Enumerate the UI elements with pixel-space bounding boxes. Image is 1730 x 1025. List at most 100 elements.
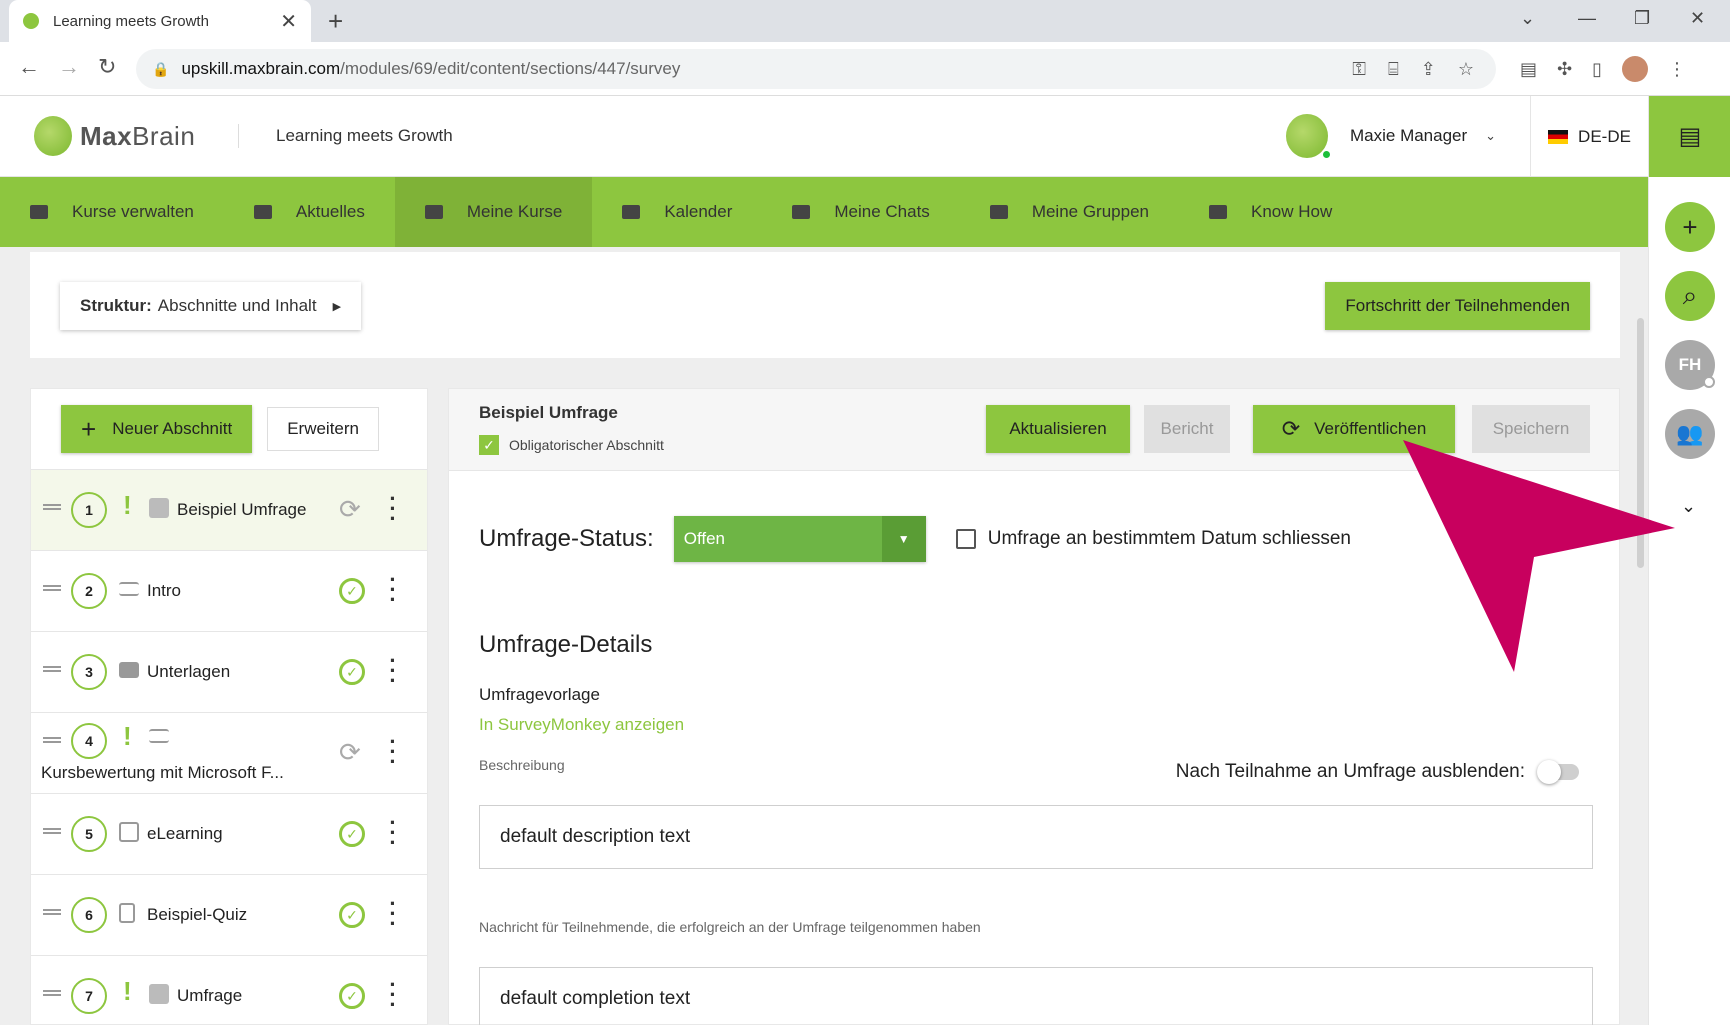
publish-button[interactable]: ⟳ Veröffentlichen: [1253, 405, 1455, 453]
participant-progress-button[interactable]: Fortschritt der Teilnehmenden: [1325, 282, 1590, 330]
survey-editor: Beispiel Umfrage ✓ Obligatorischer Absch…: [448, 388, 1620, 1025]
update-button[interactable]: Aktualisieren: [986, 405, 1130, 453]
nav-kalender[interactable]: Kalender: [592, 177, 762, 247]
nav-know-how[interactable]: Know How: [1179, 177, 1362, 247]
checkbox-checked-icon: ✓: [479, 435, 499, 455]
section-item-6[interactable]: 6 Beispiel-Quiz ✓ · · ·: [31, 874, 427, 955]
logo[interactable]: MaxBrain: [34, 116, 195, 156]
section-item-5[interactable]: 5 eLearning ✓ · · ·: [31, 793, 427, 874]
profile-avatar[interactable]: [1622, 56, 1649, 82]
new-section-button[interactable]: + Neuer Abschnitt: [61, 405, 253, 453]
chat-icon: [792, 205, 811, 219]
section-item-1[interactable]: 1 ! Beispiel Umfrage ⟳ · · ·: [31, 469, 427, 550]
kebab-menu-icon[interactable]: · · ·: [389, 974, 397, 1016]
right-rail: ▤ + ⌕ FH 👥 ⌄: [1648, 96, 1730, 1025]
star-icon[interactable]: ☆: [1458, 59, 1474, 80]
url-input[interactable]: 🔒 upskill.maxbrain.com/modules/69/edit/c…: [136, 49, 1496, 89]
back-icon[interactable]: ←: [18, 54, 40, 80]
section-label: Intro: [147, 581, 182, 600]
menu-icon[interactable]: ⋮: [1668, 59, 1686, 80]
section-number: 1: [71, 492, 107, 528]
section-item-7[interactable]: 7 ! Umfrage ✓ · · ·: [31, 955, 427, 1025]
drag-handle-icon[interactable]: [43, 909, 61, 915]
text-type-icon: [119, 582, 139, 596]
nav-meine-kurse[interactable]: Meine Kurse: [394, 177, 593, 247]
close-tab-icon[interactable]: ✕: [280, 9, 297, 34]
key-icon[interactable]: ⚿: [1352, 59, 1366, 80]
section-item-3[interactable]: 3 Unterlagen ✓ · · ·: [31, 631, 427, 712]
check-circle-icon: ✓: [339, 902, 365, 928]
minimize-icon[interactable]: —: [1578, 8, 1596, 29]
text-type-icon: [149, 729, 169, 743]
forward-icon[interactable]: →: [58, 54, 80, 80]
puzzle-icon[interactable]: ✣: [1557, 59, 1572, 80]
nav-meine-chats[interactable]: Meine Chats: [762, 177, 959, 247]
section-item-4[interactable]: 4 ! Kursbewertung mit Microsoft F... ⟳ ·…: [31, 712, 427, 793]
new-tab-icon[interactable]: +: [328, 6, 343, 37]
report-button[interactable]: Bericht: [1144, 405, 1230, 453]
add-button[interactable]: +: [1665, 202, 1715, 252]
nav-kurse-verwalten[interactable]: Kurse verwalten: [0, 177, 224, 247]
search-button[interactable]: ⌕: [1665, 271, 1715, 321]
translate-icon[interactable]: ⌸: [1388, 59, 1399, 80]
save-button[interactable]: Speichern: [1472, 405, 1590, 453]
description-input[interactable]: default description text: [479, 805, 1593, 869]
graduation-cap-icon: [424, 205, 443, 219]
kebab-menu-icon[interactable]: · · ·: [389, 488, 397, 530]
nav-aktuelles[interactable]: Aktuelles: [224, 177, 395, 247]
browser-tab[interactable]: Learning meets Growth ✕: [9, 0, 311, 42]
avatar-initials: FH: [1678, 355, 1702, 374]
nav-meine-gruppen[interactable]: Meine Gruppen: [960, 177, 1179, 247]
expand-button[interactable]: Erweitern: [267, 407, 380, 451]
tab-search-icon[interactable]: ⌄: [1520, 8, 1535, 29]
reload-icon[interactable]: ↻: [98, 54, 116, 80]
drag-handle-icon[interactable]: [43, 504, 61, 510]
sidepanel-icon[interactable]: ▯: [1592, 59, 1602, 80]
section-number: 4: [71, 723, 107, 759]
language-selector[interactable]: DE-DE: [1530, 96, 1648, 177]
survey-status-select[interactable]: Offen ▼: [673, 516, 926, 562]
calendar-icon: [622, 205, 641, 219]
structure-breadcrumb[interactable]: Struktur: Abschnitte und Inhalt ▶: [60, 282, 362, 330]
user-menu[interactable]: Maxie Manager ⌄: [1286, 114, 1496, 160]
close-on-date-label: Umfrage an bestimmtem Datum schliessen: [987, 528, 1351, 549]
surveymonkey-link[interactable]: In SurveyMonkey anzeigen: [479, 715, 684, 735]
mandatory-checkbox[interactable]: ✓ Obligatorischer Abschnitt: [479, 435, 664, 455]
drag-handle-icon[interactable]: [43, 828, 61, 834]
structure-label-bold: Struktur:: [80, 296, 152, 315]
share-icon[interactable]: ⇪: [1421, 59, 1436, 80]
groups-button[interactable]: 👥: [1665, 409, 1715, 459]
nav-label: Kalender: [664, 202, 733, 221]
kebab-menu-icon[interactable]: · · ·: [389, 569, 397, 611]
hide-after-toggle-row: Nach Teilnahme an Umfrage ausblenden:: [1176, 760, 1579, 784]
nav-label: Kurse verwalten: [72, 202, 194, 221]
drag-handle-icon[interactable]: [43, 666, 61, 672]
kebab-menu-icon[interactable]: · · ·: [389, 650, 397, 692]
german-flag-icon: [1548, 129, 1569, 144]
chevron-down-icon[interactable]: ⌄: [1681, 496, 1696, 517]
survey-status-label: Umfrage-Status:: [479, 525, 654, 552]
kebab-menu-icon[interactable]: · · ·: [389, 731, 397, 773]
kebab-menu-icon[interactable]: · · ·: [389, 893, 397, 935]
chat-toggle-button[interactable]: ▤: [1649, 96, 1730, 177]
hide-after-toggle[interactable]: [1537, 760, 1579, 784]
drag-handle-icon[interactable]: [43, 585, 61, 591]
drag-handle-icon[interactable]: [43, 990, 61, 996]
drag-handle-icon[interactable]: [43, 737, 61, 743]
checkbox-unchecked-icon: [955, 529, 976, 549]
mandatory-icon: !: [123, 976, 132, 1006]
close-window-icon[interactable]: ✕: [1690, 8, 1705, 29]
nav-label: Aktuelles: [295, 202, 365, 221]
section-title: Beispiel Umfrage: [479, 403, 618, 422]
nav-label: Meine Gruppen: [1031, 202, 1149, 221]
maximize-icon[interactable]: ❐: [1634, 8, 1650, 29]
scrollbar[interactable]: [1637, 318, 1644, 568]
section-label: Umfrage: [177, 986, 243, 1005]
online-indicator: [1321, 149, 1332, 160]
user-avatar-fh[interactable]: FH: [1665, 340, 1715, 390]
completion-message-input[interactable]: default completion text: [479, 967, 1593, 1025]
extension-icon[interactable]: ▤: [1520, 59, 1537, 80]
kebab-menu-icon[interactable]: · · ·: [389, 812, 397, 854]
section-item-2[interactable]: 2 Intro ✓ · · ·: [31, 550, 427, 631]
close-on-date-checkbox[interactable]: Umfrage an bestimmtem Datum schliessen: [955, 528, 1351, 550]
